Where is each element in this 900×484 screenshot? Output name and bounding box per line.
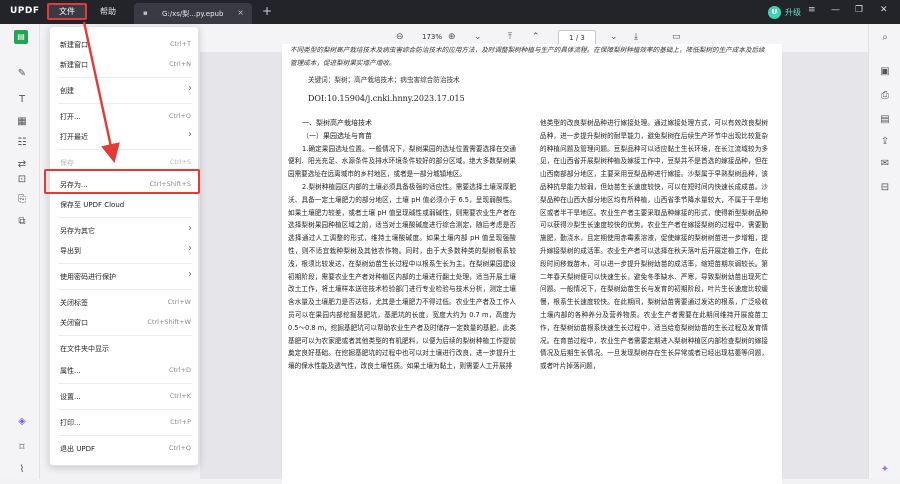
annotation-arrow-line	[82, 21, 120, 164]
annotation-arrow	[82, 21, 120, 164]
